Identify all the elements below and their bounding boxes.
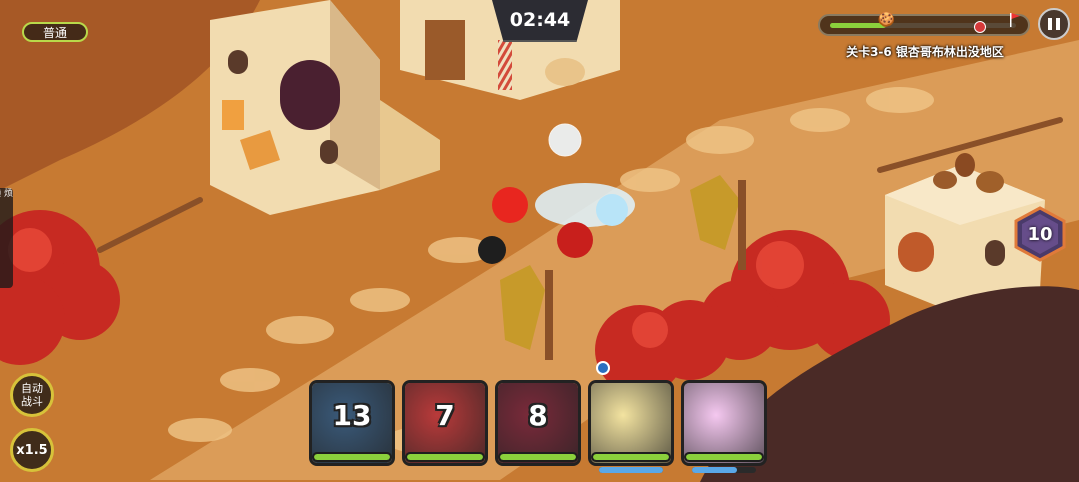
wave-counter: 10 xyxy=(1012,206,1068,262)
cookie-portrait xyxy=(591,383,671,463)
hp-bar xyxy=(591,452,671,462)
difficulty-badge: 普通 xyxy=(22,22,88,42)
counter-value: 10 xyxy=(1027,223,1053,245)
goal-flag-icon xyxy=(1010,13,1020,27)
skill-charge-bar xyxy=(692,467,756,473)
speed-label: x1.5 xyxy=(16,442,48,458)
hp-fill xyxy=(407,454,483,460)
hp-bar xyxy=(312,452,392,462)
stage-progress-bar: 🍪 xyxy=(818,12,1030,36)
side-tab-char: 懒 xyxy=(0,188,1,288)
speed-toggle-button[interactable]: x1.5 xyxy=(10,428,54,472)
hp-fill xyxy=(314,454,390,460)
boss-marker-icon xyxy=(974,21,986,33)
hp-bar xyxy=(405,452,485,462)
side-notice-tab[interactable]: 烦 懒 玑 现 顷 l 引 xyxy=(0,188,13,288)
stage-title: 关卡3-6 银杏哥布林出没地区 xyxy=(846,45,1004,59)
progress-track: 🍪 xyxy=(830,12,1020,33)
cooldown-counter: 7 xyxy=(435,399,455,432)
cooldown-counter: 13 xyxy=(332,399,372,432)
cooldown-counter: 8 xyxy=(528,399,548,432)
charge-fill xyxy=(692,467,737,473)
hp-fill xyxy=(593,454,669,460)
pause-icon xyxy=(1046,18,1062,30)
hp-bar xyxy=(684,452,764,462)
cookie-marker-icon: 🍪 xyxy=(877,12,896,28)
side-tab-char: 烦 xyxy=(2,188,12,197)
charge-fill xyxy=(599,467,663,473)
buff-indicator-icon xyxy=(596,361,610,375)
hp-fill xyxy=(500,454,576,460)
hp-bar xyxy=(498,452,578,462)
battle-timer: 02:44 xyxy=(492,0,588,42)
hp-fill xyxy=(686,454,762,460)
auto-battle-button[interactable]: 自动 战斗 xyxy=(10,373,54,417)
cookie-portrait xyxy=(684,383,764,463)
skill-charge-bar xyxy=(599,467,663,473)
auto-battle-label: 自动 战斗 xyxy=(21,382,43,408)
pause-button[interactable] xyxy=(1038,8,1070,40)
